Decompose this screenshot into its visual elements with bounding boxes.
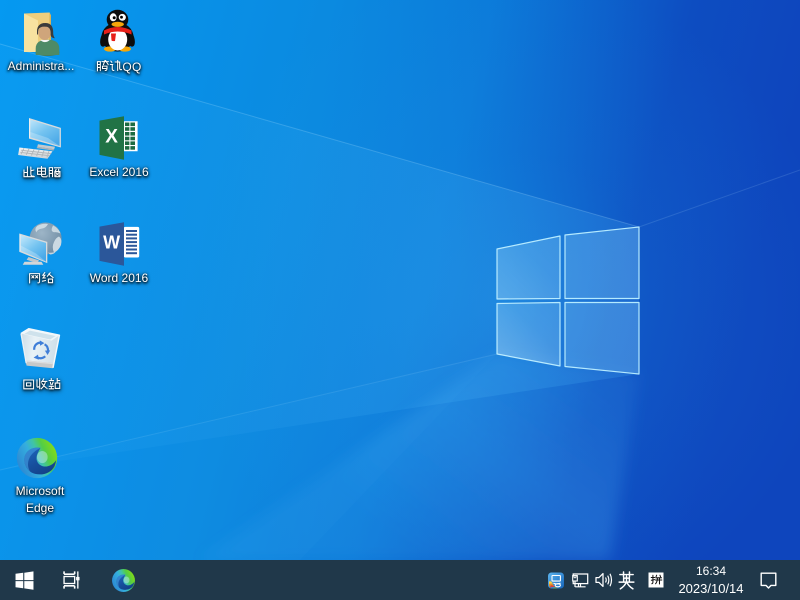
svg-text:W: W <box>103 233 120 253</box>
svg-text:X: X <box>105 127 118 148</box>
